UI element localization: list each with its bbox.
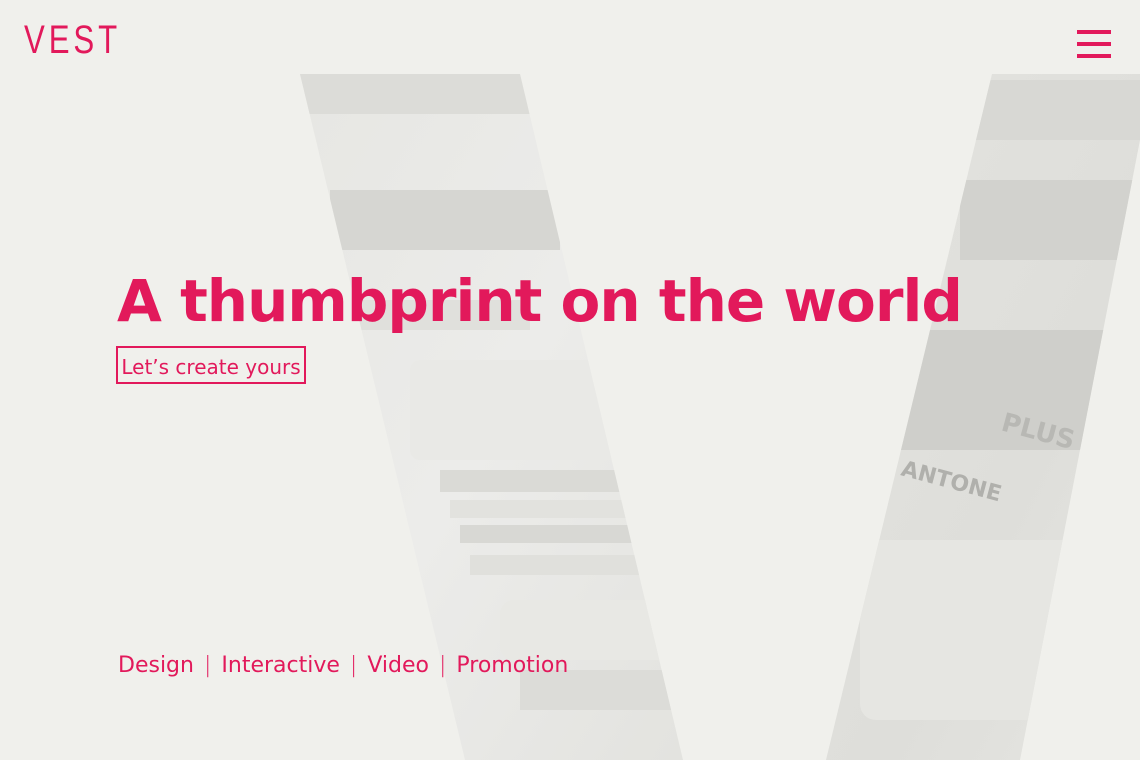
menu-bar-middle (1077, 42, 1111, 46)
menu-bar-bottom (1077, 54, 1111, 58)
right-photo-strip: PLUS ANTONE (826, 74, 1140, 760)
site-logo[interactable]: VEST (24, 18, 121, 62)
nav-separator: | (203, 652, 212, 678)
create-yours-button[interactable]: Let’s create yours (116, 346, 306, 384)
menu-bar-top (1077, 30, 1111, 34)
page: PLUS ANTONE VEST A thumbprint on the wor… (0, 0, 1140, 760)
services-nav: Design | Interactive | Video | Promotion (118, 648, 568, 682)
nav-separator: | (349, 652, 358, 678)
service-link-video[interactable]: Video (367, 653, 429, 678)
service-link-design[interactable]: Design (118, 653, 194, 678)
nav-separator: | (438, 652, 447, 678)
hamburger-menu-icon[interactable] (1074, 27, 1114, 61)
service-link-promotion[interactable]: Promotion (456, 653, 568, 678)
service-link-interactive[interactable]: Interactive (221, 653, 340, 678)
hero-title: A thumbprint on the world (117, 267, 963, 335)
